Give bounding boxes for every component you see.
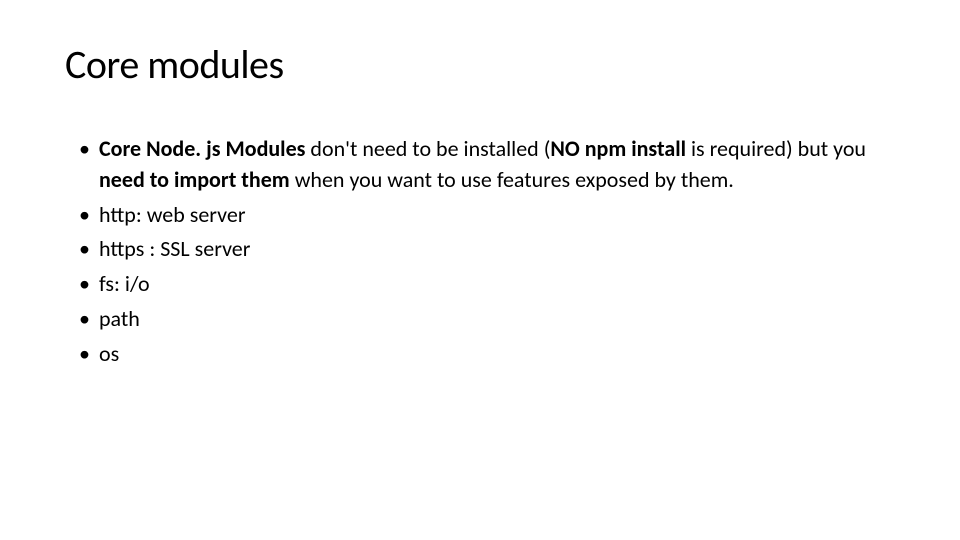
body-text: don't need to be installed ( [305, 135, 550, 162]
bold-text: need to import them [99, 166, 295, 193]
bullet-list: Core Node. js Modules don't need to be i… [65, 134, 895, 370]
bold-text: NO npm install [550, 135, 686, 162]
slide-title: Core modules [65, 40, 895, 89]
body-text: when you want to use features exposed by… [295, 166, 734, 193]
list-item: https : SSL server [79, 234, 895, 265]
body-text: is required) but you [686, 135, 866, 162]
list-item: Core Node. js Modules don't need to be i… [79, 134, 895, 196]
bold-text: Core Node. js Modules [99, 135, 305, 162]
list-item: http: web server [79, 200, 895, 231]
list-item: os [79, 339, 895, 370]
list-item: fs: i/o [79, 269, 895, 300]
list-item: path [79, 304, 895, 335]
